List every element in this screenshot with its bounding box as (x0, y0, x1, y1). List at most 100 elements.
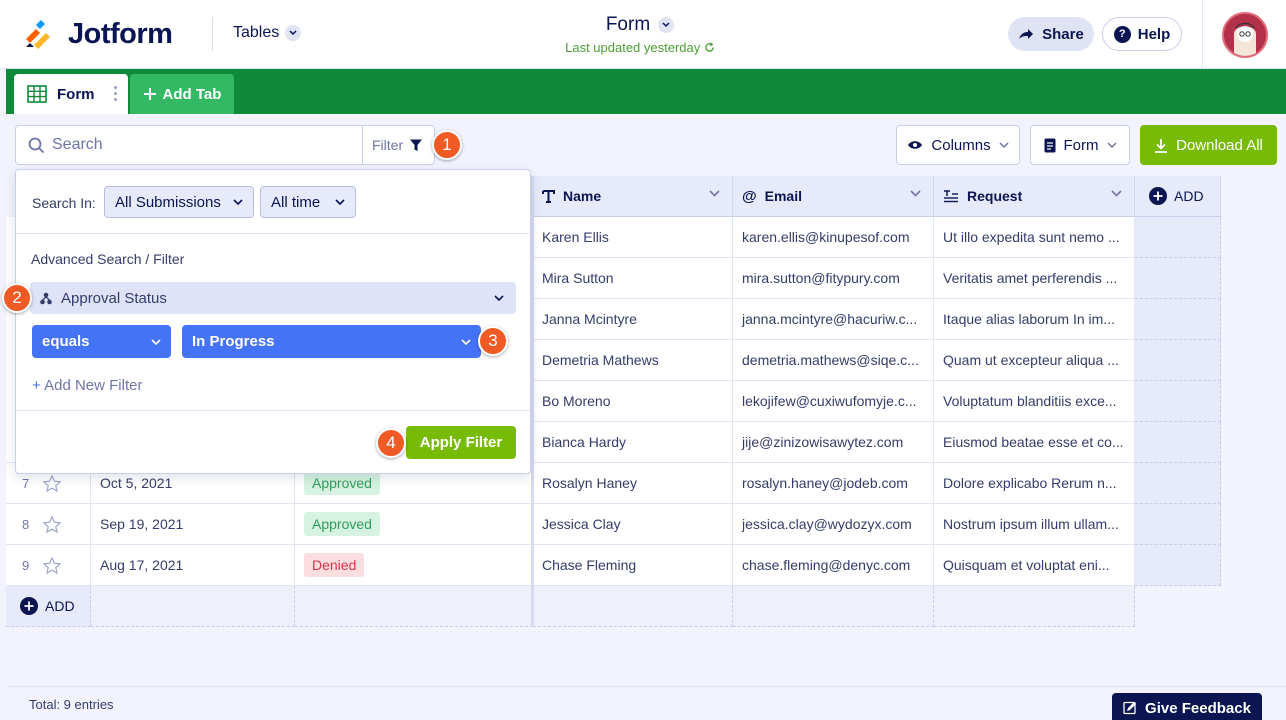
jotform-logo[interactable]: Jotform (24, 18, 173, 51)
table-cell-name[interactable]: Bo Moreno (533, 381, 733, 422)
tab-form[interactable]: Form (14, 74, 128, 114)
table-cell-email[interactable]: mira.sutton@fitypury.com (733, 258, 934, 299)
at-icon: @ (742, 187, 757, 205)
help-button[interactable]: ? Help (1102, 17, 1182, 51)
time-range-select[interactable]: All time (260, 186, 356, 218)
table-cell-status[interactable]: Approved (295, 504, 533, 545)
table-cell-name[interactable]: Chase Fleming (533, 545, 733, 586)
filter-popup: Search In: All Submissions All time Adva… (15, 169, 531, 474)
column-header-label: Name (563, 188, 602, 204)
tab-bar: Form Add Tab (6, 69, 1286, 114)
table-cell-email[interactable]: jije@zinizowisawytez.com (733, 422, 934, 463)
column-header-name[interactable]: Name (533, 176, 733, 217)
table-cell-request[interactable]: Quam ut excepteur aliqua ... (934, 340, 1135, 381)
chevron-down-icon (461, 338, 471, 345)
tables-dropdown[interactable]: Tables (233, 24, 302, 42)
table-cell-request[interactable]: Quisquam et voluptat eni... (934, 545, 1135, 586)
table-cell-request[interactable]: Dolore explicabo Rerum n... (934, 463, 1135, 504)
table-cell-email[interactable]: demetria.mathews@siqe.c... (733, 340, 934, 381)
form-view-dropdown[interactable]: Form (1030, 125, 1130, 165)
filter-field-select[interactable]: Approval Status (30, 282, 516, 314)
feedback-icon (1123, 701, 1137, 715)
logo-wordmark: Jotform (68, 18, 173, 50)
add-column-cell (1135, 299, 1221, 340)
time-range-select-value: All time (271, 193, 321, 211)
search-input[interactable] (52, 126, 372, 164)
table-cell-name[interactable]: Rosalyn Haney (533, 463, 733, 504)
table-cell-name[interactable]: Mira Sutton (533, 258, 733, 299)
table-cell-request[interactable]: Nostrum ipsum illum ullam... (934, 504, 1135, 545)
form-title-area: Form Last updated yesterday (540, 14, 740, 55)
add-row-button[interactable]: ADD (6, 586, 91, 627)
table-cell-email[interactable]: rosalyn.haney@jodeb.com (733, 463, 934, 504)
chevron-down-icon[interactable] (910, 190, 921, 197)
table-cell-name[interactable]: Janna Mcintyre (533, 299, 733, 340)
add-column-label: ADD (1174, 188, 1204, 204)
add-new-filter-label: Add New Filter (44, 377, 143, 394)
user-avatar[interactable] (1222, 12, 1268, 58)
refresh-icon[interactable] (704, 42, 715, 53)
chevron-down-icon (494, 295, 504, 301)
add-tab-button[interactable]: Add Tab (130, 74, 234, 114)
table-cell-name[interactable]: Jessica Clay (533, 504, 733, 545)
table-cell-email[interactable]: janna.mcintyre@hacuriw.c... (733, 299, 934, 340)
table-cell-date[interactable]: Aug 17, 2021 (91, 545, 295, 586)
download-all-button[interactable]: Download All (1140, 125, 1277, 165)
columns-button[interactable]: Columns (896, 125, 1020, 165)
chevron-down-icon[interactable] (1111, 190, 1122, 197)
star-icon[interactable] (43, 474, 62, 492)
submissions-select-value: All Submissions (115, 193, 221, 211)
table-cell-status[interactable]: Denied (295, 545, 533, 586)
table-cell-request[interactable]: Voluptatum blanditiis exce... (934, 381, 1135, 422)
add-column-cell (1135, 422, 1221, 463)
column-header-request[interactable]: Request (934, 176, 1135, 217)
empty-cell (733, 586, 934, 627)
chevron-down-icon (999, 142, 1009, 148)
filter-button[interactable]: Filter (372, 126, 423, 164)
table-cell-email[interactable]: lekojifew@cuxiwufomyje.c... (733, 381, 934, 422)
chevron-down-icon (335, 199, 345, 205)
plus-icon (143, 88, 156, 100)
give-feedback-button[interactable]: Give Feedback (1112, 693, 1262, 720)
share-button[interactable]: Share (1008, 17, 1094, 51)
plus-circle-icon (20, 597, 38, 615)
filter-operator-select[interactable]: equals (32, 325, 171, 358)
table-cell-email[interactable]: jessica.clay@wydozyx.com (733, 504, 934, 545)
chevron-down-icon (151, 338, 161, 345)
kebab-menu-icon[interactable] (114, 86, 118, 104)
filter-value-select[interactable]: In Progress (182, 325, 481, 358)
popup-divider (16, 233, 530, 234)
download-all-label: Download All (1176, 136, 1263, 154)
question-icon: ? (1113, 25, 1131, 43)
table-cell-request[interactable]: Itaque alias laborum In im... (934, 299, 1135, 340)
add-column-button[interactable]: ADD (1135, 176, 1221, 217)
table-cell-name[interactable]: Demetria Mathews (533, 340, 733, 381)
table-cell-request[interactable]: Veritatis amet perferendis ... (934, 258, 1135, 299)
table-cell-date[interactable]: Sep 19, 2021 (91, 504, 295, 545)
advanced-filter-heading: Advanced Search / Filter (31, 251, 185, 267)
row-number: 8 (22, 516, 30, 532)
table-cell-request[interactable]: Ut illo expedita sunt nemo ... (934, 217, 1135, 258)
star-icon[interactable] (43, 556, 62, 574)
add-tab-label: Add Tab (162, 85, 222, 103)
form-title-dropdown[interactable]: Form (606, 14, 675, 36)
table-cell-email[interactable]: chase.fleming@denyc.com (733, 545, 934, 586)
table-cell-name[interactable]: Bianca Hardy (533, 422, 733, 463)
table-cell-email[interactable]: karen.ellis@kinupesof.com (733, 217, 934, 258)
add-column-cell (1135, 258, 1221, 299)
add-new-filter-link[interactable]: + Add New Filter (32, 377, 142, 394)
header-divider-right (1202, 0, 1203, 69)
jotform-logo-icon (26, 19, 50, 49)
download-icon (1155, 138, 1168, 153)
chevron-down-icon[interactable] (709, 190, 720, 197)
add-column-cell (1135, 217, 1221, 258)
submissions-select[interactable]: All Submissions (104, 186, 254, 218)
column-header-email[interactable]: @ Email (733, 176, 934, 217)
star-icon[interactable] (43, 515, 62, 533)
step-badge-3: 3 (478, 326, 508, 356)
table-cell-name[interactable]: Karen Ellis (533, 217, 733, 258)
chevron-down-icon (1106, 142, 1117, 148)
apply-filter-button[interactable]: Apply Filter (406, 426, 516, 459)
table-cell-request[interactable]: Eiusmod beatae esse et co... (934, 422, 1135, 463)
add-row-label: ADD (45, 598, 75, 614)
